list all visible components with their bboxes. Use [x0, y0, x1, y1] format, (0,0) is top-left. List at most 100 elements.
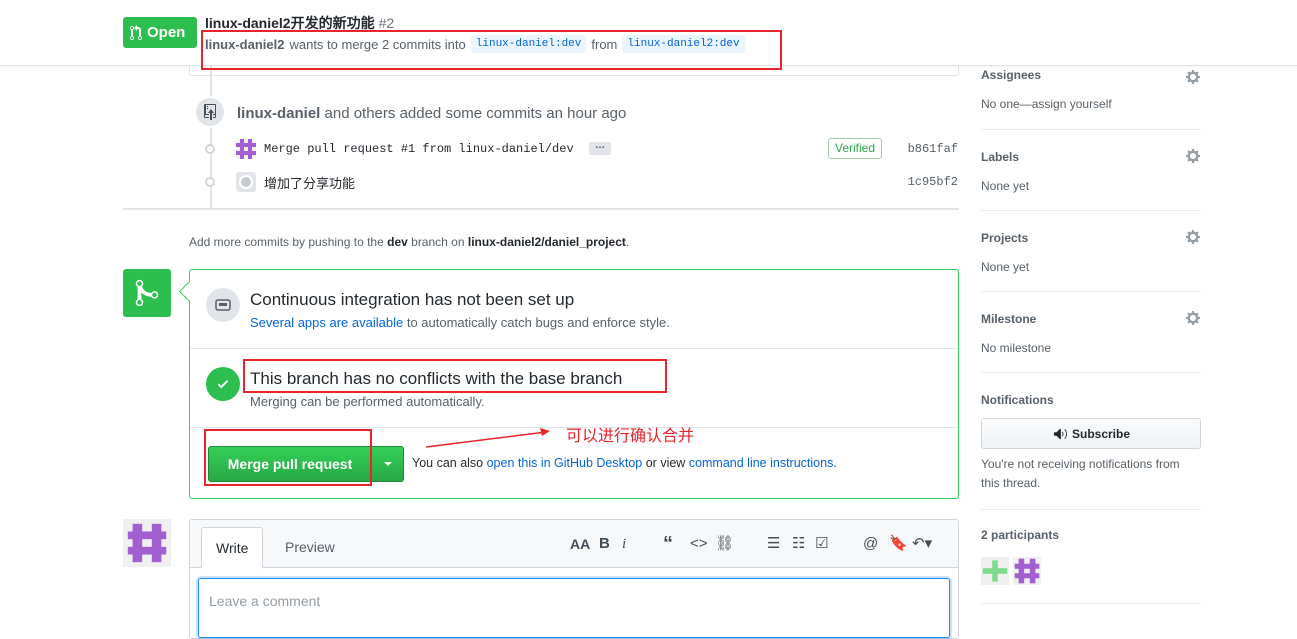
- verified-badge[interactable]: Verified: [828, 138, 883, 159]
- commit-row: 增加了分享功能 1c95bf2: [200, 170, 960, 194]
- ci-title: Continuous integration has not been set …: [250, 290, 575, 309]
- pr-merge-text: wants to merge 2 commits into: [289, 36, 466, 52]
- open-desktop-link[interactable]: open this in GitHub Desktop: [487, 456, 643, 470]
- github-default-avatar[interactable]: [236, 172, 256, 192]
- comment-form: Write Preview AA B i “ <> ⛓ ☰ ☷ ☑ @ 🔖 ↶▾…: [189, 519, 959, 639]
- git-commit-icon: [205, 144, 215, 154]
- commit-summary-author[interactable]: linux-daniel: [237, 105, 320, 122]
- git-merge-icon: [123, 269, 171, 317]
- subscribe-label: Subscribe: [1071, 426, 1131, 441]
- conflict-subtitle: Merging can be performed automatically.: [250, 394, 485, 409]
- expand-commit-button[interactable]: …: [589, 141, 611, 155]
- participant-avatar[interactable]: [1013, 557, 1041, 585]
- user-avatar[interactable]: [123, 519, 171, 567]
- bookmark-icon[interactable]: 🔖: [889, 534, 908, 554]
- labels-value: None yet: [981, 179, 1030, 193]
- reply-icon[interactable]: ↶▾: [912, 534, 932, 554]
- commit-sha-link[interactable]: 1c95bf2: [908, 175, 958, 189]
- sidebar-projects: Projects None yet: [981, 211, 1201, 292]
- commit-message-link[interactable]: 增加了分享功能: [264, 173, 355, 192]
- annotation-text: 可以进行确认合并: [566, 426, 695, 445]
- sidebar-labels: Labels None yet: [981, 130, 1201, 211]
- numbered-list-icon[interactable]: ☷: [792, 534, 805, 554]
- sidebar-milestone: Milestone No milestone: [981, 292, 1201, 373]
- gear-icon[interactable]: [1185, 69, 1201, 85]
- add-commits-mid: branch on: [411, 235, 465, 249]
- sidebar-notifications: Notifications Subscribe You're not recei…: [981, 373, 1201, 510]
- ci-description-text: to automatically catch bugs and enforce …: [406, 315, 670, 330]
- commit-summary: linux-daniel and others added some commi…: [237, 105, 626, 122]
- add-commits-suffix: .: [625, 235, 630, 249]
- unmute-icon: [1053, 428, 1067, 439]
- pr-title-text: linux-daniel2开发的新功能: [205, 15, 375, 31]
- merge-pull-request-button[interactable]: Merge pull request: [208, 446, 372, 482]
- text-size-icon[interactable]: AA: [570, 534, 590, 554]
- pr-state-label: Open: [147, 24, 186, 41]
- subscribe-button[interactable]: Subscribe: [981, 418, 1201, 449]
- merge-method-dropdown[interactable]: [371, 446, 404, 482]
- italic-icon[interactable]: i: [622, 534, 626, 554]
- notifications-note: You're not receiving notifications from …: [981, 457, 1180, 490]
- gear-icon[interactable]: [1185, 148, 1201, 164]
- pr-from-text: from: [591, 36, 618, 52]
- assign-yourself-link[interactable]: No one—assign yourself: [981, 97, 1112, 111]
- head-branch[interactable]: linux-daniel2:dev: [622, 35, 745, 53]
- add-commits-hint: Add more commits by pushing to the dev b…: [189, 235, 629, 249]
- participants-label: 2 participants: [981, 528, 1060, 542]
- gear-icon[interactable]: [1185, 310, 1201, 326]
- pr-sticky-header: Open linux-daniel2开发的新功能 #2 linux-daniel2…: [0, 0, 1297, 66]
- commit-summary-text: and others added some commits an hour ag…: [324, 105, 627, 122]
- ci-section: Continuous integration has not been set …: [190, 270, 958, 349]
- tab-write[interactable]: Write: [201, 527, 264, 569]
- merge-alt-suffix: .: [833, 456, 837, 470]
- quote-icon[interactable]: “: [663, 534, 673, 554]
- commit-row: Merge pull request #1 from linux-daniel/…: [200, 137, 960, 161]
- merge-box: Continuous integration has not been set …: [189, 269, 959, 499]
- task-list-icon[interactable]: ☑: [815, 534, 828, 554]
- milestone-value: No milestone: [981, 341, 1052, 355]
- check-icon: [206, 367, 240, 401]
- merge-alternatives: You can also open this in GitHub Desktop…: [412, 456, 837, 470]
- gear-icon[interactable]: [1185, 229, 1201, 245]
- commit-message-link[interactable]: Merge pull request #1 from linux-daniel/…: [264, 142, 574, 156]
- notifications-label: Notifications: [981, 393, 1054, 407]
- labels-label: Labels: [981, 150, 1020, 164]
- repo-push-icon: [194, 96, 226, 128]
- git-commit-icon: [205, 177, 215, 187]
- annotation-arrow: [425, 428, 550, 448]
- code-icon[interactable]: <>: [690, 534, 708, 554]
- participant-avatar[interactable]: [981, 557, 1009, 585]
- milestone-label: Milestone: [981, 312, 1037, 326]
- projects-label: Projects: [981, 231, 1029, 245]
- pr-number: #2: [378, 15, 395, 31]
- projects-value: None yet: [981, 260, 1030, 274]
- bold-icon[interactable]: B: [599, 534, 610, 554]
- add-commits-repo: linux-daniel2/daniel_project: [467, 235, 626, 249]
- link-icon[interactable]: ⛓: [715, 534, 734, 554]
- mention-icon[interactable]: @: [863, 534, 878, 554]
- timeline-end-divider: [123, 208, 959, 210]
- conflict-title: This branch has no conflicts with the ba…: [250, 369, 623, 388]
- conflict-section: This branch has no conflicts with the ba…: [190, 349, 958, 428]
- merge-alt-mid: or view: [645, 456, 686, 470]
- git-pull-request-icon: [130, 24, 142, 40]
- assignees-label: Assignees: [981, 68, 1042, 82]
- sidebar-assignees: Assignees No one—assign yourself: [981, 66, 1201, 130]
- ci-description: Several apps are available to automatica…: [250, 315, 670, 330]
- bullet-list-icon[interactable]: ☰: [767, 534, 780, 554]
- pr-title: linux-daniel2开发的新功能 #2: [205, 13, 394, 33]
- merge-alt-prefix: You can also: [412, 456, 484, 470]
- comment-tabs: Write Preview AA B i “ <> ⛓ ☰ ☷ ☑ @ 🔖 ↶▾: [190, 520, 958, 569]
- ci-apps-link[interactable]: Several apps are available: [250, 315, 403, 330]
- commit-sha-link[interactable]: b861faf: [908, 142, 958, 156]
- add-commits-branch: dev: [387, 235, 408, 249]
- identicon-avatar[interactable]: [236, 139, 256, 159]
- pr-author-link[interactable]: linux-daniel2: [205, 37, 284, 52]
- base-branch[interactable]: linux-daniel:dev: [470, 35, 587, 53]
- pr-meta: linux-daniel2 wants to merge 2 commits i…: [205, 35, 745, 53]
- comment-textarea[interactable]: Leave a comment: [198, 578, 950, 638]
- command-line-link[interactable]: command line instructions: [689, 456, 834, 470]
- ci-icon: [206, 288, 240, 322]
- add-commits-prefix: Add more commits by pushing to the: [189, 235, 384, 249]
- tab-preview[interactable]: Preview: [271, 527, 349, 569]
